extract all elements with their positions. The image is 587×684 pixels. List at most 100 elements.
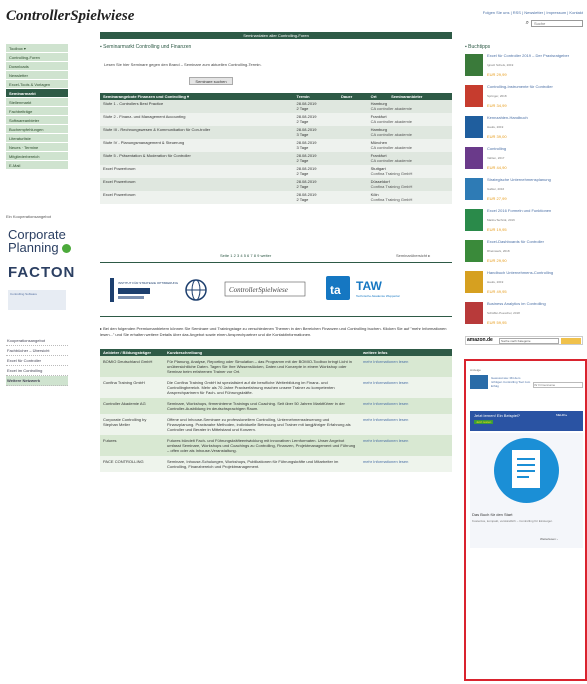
seminar-provider[interactable]: CA controller akademie xyxy=(371,106,449,111)
pager-next[interactable]: weiter xyxy=(260,253,271,258)
seminar-provider[interactable]: CA controller akademie xyxy=(371,119,449,124)
ad-more-link[interactable]: Weiterlesen › xyxy=(540,537,558,541)
book-item[interactable]: Strategische Unternehmensplanung Gabler, … xyxy=(465,176,583,204)
seminar-title[interactable]: Stufe IV - Planungsmanagement & Steuerun… xyxy=(100,139,294,152)
seminar-row[interactable]: Stufe 5 - Präsentation & Moderation für … xyxy=(100,152,452,165)
provider-more-link[interactable]: mehr Informationen lesen xyxy=(360,377,452,398)
pager-page[interactable]: 3 xyxy=(237,253,239,258)
ad-title[interactable]: Das Buch für den Start xyxy=(472,512,512,517)
book-title[interactable]: Business Analytics im Controlling xyxy=(487,301,577,306)
seminar-column-header[interactable]: Seminaranbieter xyxy=(388,93,452,100)
provider-name[interactable]: Controller Akademie AG xyxy=(100,398,164,414)
seminar-title[interactable]: Stufe III - Rechnungswesen & Kommunikati… xyxy=(100,126,294,139)
book-cover[interactable] xyxy=(465,302,483,324)
sidebar-item[interactable]: Downloads xyxy=(6,62,68,71)
amazon-logo[interactable]: amazon.de xyxy=(467,337,493,343)
seminar-title[interactable]: Stufe 2 - Finanz- und Management Account… xyxy=(100,113,294,126)
logo-institut[interactable]: INSTITUT FÜR STRATEGIE OPTIMIERUNG xyxy=(110,278,179,302)
sidebar-item[interactable]: Mitgliederbereich xyxy=(6,152,68,161)
provider-name[interactable]: PACE CONTROLLING xyxy=(100,456,164,472)
book-title[interactable]: Kennzahlen-Handbuch xyxy=(487,115,577,120)
pager-page[interactable]: 7 xyxy=(250,253,252,258)
logo-globe-icon[interactable] xyxy=(185,279,207,301)
sidebar-item[interactable]: Toolbox ▾ xyxy=(6,44,68,53)
book-title[interactable]: Excel 2016 Formeln und Funktionen xyxy=(487,208,577,213)
sidebar-item[interactable]: Newsletter xyxy=(6,71,68,80)
book-title[interactable]: Excel für Controller 2019 – Der Praxisra… xyxy=(487,53,577,58)
seminar-row[interactable]: Stufe 2 - Finanz- und Management Account… xyxy=(100,113,452,126)
seminar-provider[interactable]: Confina Training GmbH xyxy=(371,171,449,176)
sidebar-item[interactable]: Literaturliste xyxy=(6,134,68,143)
logo-taw[interactable]: ta TAW Technische Akademie Wuppertal xyxy=(326,276,400,300)
book-title[interactable]: Controlling xyxy=(487,146,577,151)
partner-link[interactable]: Fachbücher – Übersicht xyxy=(6,346,68,356)
book-title[interactable]: Controlling-Instrumente für Controller xyxy=(487,84,577,89)
pager-page[interactable]: 8 xyxy=(254,253,256,258)
seminar-search-button[interactable]: Seminare suchen xyxy=(189,77,233,85)
sidebar-item[interactable]: Stellenmarkt xyxy=(6,98,68,107)
sidebar-item[interactable]: Excel-Tools & Vorlagen xyxy=(6,80,68,89)
seminar-column-header[interactable]: Termin xyxy=(293,93,338,100)
seminar-row[interactable]: Excel Powerforum 28.08.2019 2 Tage Köln Conf… xyxy=(100,191,452,204)
ad-input-field[interactable] xyxy=(533,382,583,388)
partner-link[interactable]: Excel im Controlling xyxy=(6,366,68,376)
sidebar-item[interactable]: Buchempfehlungen xyxy=(6,125,68,134)
book-cover[interactable] xyxy=(465,54,483,76)
seminar-row[interactable]: Stufe IV - Planungsmanagement & Steuerun… xyxy=(100,139,452,152)
provider-more-link[interactable]: mehr Informationen lesen xyxy=(360,356,452,377)
book-item[interactable]: Controlling-Instrumente für Controller Sp… xyxy=(465,83,583,111)
search-input[interactable] xyxy=(531,20,583,27)
amazon-category-select[interactable]: Suche nach Kategorie xyxy=(499,338,559,344)
seminar-row[interactable]: Stufe III - Rechnungswesen & Kommunikati… xyxy=(100,126,452,139)
amazon-search-button[interactable] xyxy=(561,338,581,344)
seminar-provider[interactable]: Confina Training GmbH xyxy=(371,197,449,202)
seminar-title[interactable]: Stufe 5 - Präsentation & Moderation für … xyxy=(100,152,294,165)
sidebar-item[interactable]: E-Mail xyxy=(6,161,68,170)
seminar-column-header[interactable]: Ort xyxy=(367,93,389,100)
provider-name[interactable]: Futures xyxy=(100,435,164,456)
sidebar-item[interactable]: Neues · Termine xyxy=(6,143,68,152)
book-title[interactable]: Strategische Unternehmensplanung xyxy=(487,177,577,182)
provider-more-link[interactable]: mehr Informationen lesen xyxy=(360,456,452,472)
pager-page[interactable]: 2 xyxy=(234,253,236,258)
book-cover[interactable] xyxy=(465,116,483,138)
seminar-overview-link[interactable]: Seminarübersicht ▸ xyxy=(396,253,430,258)
top-nav-links[interactable]: Folgen Sie uns | RSS | Newsletter | Impr… xyxy=(483,10,583,15)
book-cover[interactable] xyxy=(465,178,483,200)
book-item[interactable]: Business Analytics im Controlling Schäffe… xyxy=(465,300,583,328)
seminar-row[interactable]: Excel Powerforum 28.08.2019 2 Tage Düsseldo… xyxy=(100,178,452,191)
seminar-row[interactable]: Stufe 1 - Controllers Best Practice 28.08… xyxy=(100,100,452,113)
book-item[interactable]: Handbuch Unternehmens-Controlling Haufe, … xyxy=(465,269,583,297)
book-cover[interactable] xyxy=(465,271,483,293)
pager-page[interactable]: 1 xyxy=(230,253,232,258)
seminar-column-header[interactable]: Dauer xyxy=(337,93,368,100)
site-logo[interactable]: ControllerSpielwiese xyxy=(6,8,134,25)
sidebar-item[interactable]: Softwareanbieter xyxy=(6,116,68,125)
book-item[interactable]: Excel 2016 Formeln und Funktionen Markt+T… xyxy=(465,207,583,235)
book-cover[interactable] xyxy=(465,147,483,169)
partner-logo[interactable]: Controlling Software xyxy=(8,290,66,310)
provider-more-link[interactable]: mehr Informationen lesen xyxy=(360,398,452,414)
book-item[interactable]: Controlling Vahlen, 2017 EUR 44,90 xyxy=(465,145,583,173)
partner-link[interactable]: Kooperationsangebot xyxy=(6,336,68,346)
provider-name[interactable]: Confina Training GmbH xyxy=(100,377,164,398)
ad-thumbnail[interactable] xyxy=(470,375,488,389)
sidebar-item[interactable]: Controlling-Foren xyxy=(6,53,68,62)
ad-headline[interactable]: Gewusst wie: Mit dem richtigen Controlli… xyxy=(491,376,531,388)
provider-name[interactable]: Corporate Controlling by Stephan Meller xyxy=(100,414,164,435)
ad-teaser-cta[interactable]: Jetzt testen xyxy=(474,420,494,424)
book-cover[interactable] xyxy=(465,85,483,107)
corporate-planning-logo[interactable]: Corporate Planning xyxy=(8,228,72,254)
book-cover[interactable] xyxy=(465,240,483,262)
book-cover[interactable] xyxy=(465,209,483,231)
search-icon[interactable]: ⌕ xyxy=(526,20,529,27)
sidebar-item[interactable]: Fachbeiträge xyxy=(6,107,68,116)
logo-controllerspielwiese[interactable]: ControllerSpielwiese xyxy=(224,281,306,297)
partner-link[interactable]: Weitere Netzwerk xyxy=(6,376,68,386)
facton-logo[interactable]: FACTON xyxy=(8,264,75,281)
book-item[interactable]: Kennzahlen-Handbuch Haufe, 2019 EUR 39,00 xyxy=(465,114,583,142)
pager-page[interactable]: 4 xyxy=(240,253,242,258)
seminar-title[interactable]: Excel Powerforum xyxy=(100,191,294,204)
partner-link[interactable]: Excel für Controller xyxy=(6,356,68,366)
sidebar-item[interactable]: Seminarmarkt xyxy=(6,89,68,98)
